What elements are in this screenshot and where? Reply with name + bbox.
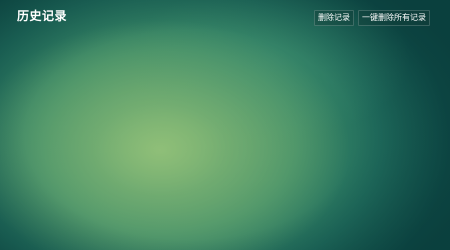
delete-all-records-button[interactable]: 一键删除所有记录 — [358, 10, 430, 26]
background — [0, 0, 450, 250]
page-title: 历史记录 — [17, 9, 68, 23]
header-bar: 历史记录 删除记录 一键删除所有记录 — [0, 0, 450, 32]
delete-record-button[interactable]: 删除记录 — [314, 10, 354, 26]
